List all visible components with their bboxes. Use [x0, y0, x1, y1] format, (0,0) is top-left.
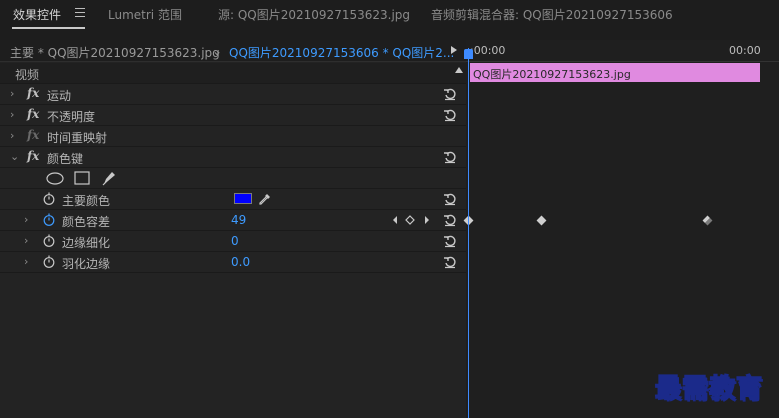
time-ruler[interactable]: :00:00 00:00	[466, 40, 779, 62]
mask-tools-row	[0, 168, 466, 189]
effect-row-time-remapping[interactable]: › fx 时间重映射	[0, 126, 466, 147]
show-timeline-icon[interactable]	[451, 46, 457, 54]
timeline-clip[interactable]: QQ图片20210927153623.jpg	[470, 63, 760, 82]
fx-toggle-icon: fx	[27, 128, 40, 142]
effect-properties-pane: 主要 * QQ图片20210927153623.jpg ⌄ QQ图片202109…	[0, 40, 466, 418]
fx-toggle-icon[interactable]: fx	[27, 107, 39, 121]
section-video: 视频	[0, 63, 466, 84]
param-row-feather-edge: › 羽化边缘 0.0	[0, 252, 466, 273]
param-label: 边缘细化	[62, 236, 111, 250]
chevron-right-icon[interactable]: ›	[10, 129, 14, 142]
panel-tab-bar: 效果控件 Lumetri 范围 源: QQ图片20210927153623.jp…	[0, 0, 779, 30]
sequence-selector-bar: 主要 * QQ图片20210927153623.jpg ⌄ QQ图片202109…	[0, 40, 466, 62]
collapse-up-icon[interactable]	[455, 67, 463, 73]
param-label: 颜色容差	[62, 215, 111, 229]
chevron-right-icon[interactable]: ›	[10, 87, 14, 100]
chevron-down-icon[interactable]: ⌄	[10, 150, 19, 163]
ruler-start-time: :00:00	[470, 44, 506, 57]
previous-keyframe-icon[interactable]	[393, 216, 397, 224]
chevron-right-icon[interactable]: ›	[24, 213, 28, 226]
active-tab-indicator	[12, 27, 85, 29]
keyframe-marker[interactable]	[536, 215, 547, 226]
chevron-down-icon[interactable]: ⌄	[212, 44, 222, 58]
sequence-clip-label[interactable]: QQ图片20210927153606 * QQ图片2...	[229, 44, 454, 61]
chevron-right-icon[interactable]: ›	[10, 108, 14, 121]
tab-lumetri-scopes[interactable]: Lumetri 范围	[108, 6, 182, 24]
effect-row-motion[interactable]: › fx 运动	[0, 84, 466, 105]
param-value[interactable]: 0	[231, 234, 239, 248]
next-keyframe-icon[interactable]	[425, 216, 429, 224]
chevron-right-icon[interactable]: ›	[24, 255, 28, 268]
section-video-label: 视频	[15, 68, 40, 82]
keyframe-marker[interactable]	[702, 215, 713, 226]
param-value[interactable]: 0.0	[231, 255, 250, 269]
stopwatch-icon[interactable]	[43, 234, 55, 247]
reset-icon[interactable]	[443, 255, 457, 269]
reset-icon[interactable]	[443, 108, 457, 122]
source-clip-label[interactable]: 主要 * QQ图片20210927153623.jpg	[10, 44, 220, 61]
reset-icon[interactable]	[443, 87, 457, 101]
reset-icon[interactable]	[443, 213, 457, 227]
param-row-edge-thin: › 边缘细化 0	[0, 231, 466, 252]
stopwatch-icon[interactable]	[43, 213, 55, 226]
effect-label: 颜色键	[47, 152, 84, 166]
reset-icon[interactable]	[443, 150, 457, 164]
pen-mask-icon[interactable]	[101, 170, 117, 186]
fx-toggle-icon[interactable]: fx	[27, 86, 39, 100]
effect-row-opacity[interactable]: › fx 不透明度	[0, 105, 466, 126]
rectangle-mask-icon[interactable]	[74, 171, 90, 185]
reset-icon[interactable]	[443, 192, 457, 206]
keyframe-navigator	[393, 215, 429, 225]
effect-timeline-pane[interactable]: :00:00 00:00 QQ图片20210927153623.jpg	[463, 40, 779, 418]
param-label: 主要颜色	[62, 194, 111, 208]
reset-icon[interactable]	[443, 234, 457, 248]
chevron-right-icon[interactable]: ›	[24, 234, 28, 247]
effect-row-color-key[interactable]: ⌄ fx 颜色键	[0, 147, 466, 168]
effect-label: 运动	[47, 89, 72, 103]
color-swatch[interactable]	[234, 193, 252, 204]
param-row-color-tolerance: › 颜色容差 49	[0, 210, 466, 231]
tab-audio-clip-mixer[interactable]: 音频剪辑混合器: QQ图片20210927153606	[431, 6, 673, 24]
ellipse-mask-icon[interactable]	[46, 172, 64, 185]
effect-controls-panel: 主要 * QQ图片20210927153623.jpg ⌄ QQ图片202109…	[0, 40, 779, 418]
param-row-main-color: 主要颜色	[0, 189, 466, 210]
eyedropper-icon[interactable]	[258, 192, 272, 206]
panel-menu-icon[interactable]	[75, 8, 85, 18]
param-value[interactable]: 49	[231, 213, 246, 227]
ruler-end-time: 00:00	[729, 44, 761, 57]
tab-effect-controls[interactable]: 效果控件	[13, 6, 61, 24]
watermark-logo: 最需教育	[654, 373, 764, 405]
effect-label: 不透明度	[47, 110, 96, 124]
param-label: 羽化边缘	[62, 257, 111, 271]
effect-label: 时间重映射	[47, 131, 108, 145]
playhead-handle[interactable]	[464, 49, 473, 59]
fx-toggle-icon[interactable]: fx	[27, 149, 39, 163]
stopwatch-icon[interactable]	[43, 255, 55, 268]
playhead-line[interactable]	[468, 48, 469, 418]
tab-source[interactable]: 源: QQ图片20210927153623.jpg	[218, 6, 410, 24]
stopwatch-icon[interactable]	[43, 192, 55, 205]
add-keyframe-icon[interactable]	[405, 215, 415, 225]
